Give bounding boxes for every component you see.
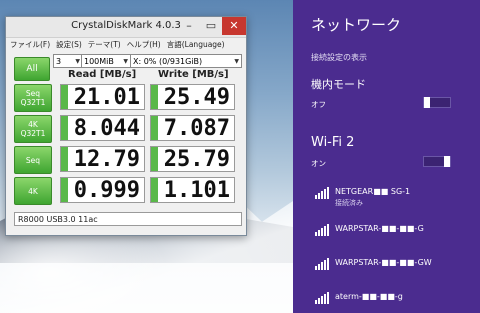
- write-value: 7.087: [163, 115, 230, 141]
- result-bar: [151, 147, 158, 171]
- read-header: Read [MB/s]: [68, 69, 137, 80]
- network-name: WARPSTAR-■■-■■-G: [335, 224, 424, 233]
- flyout-title: ネットワーク: [311, 16, 402, 34]
- read-value: 12.79: [73, 146, 140, 172]
- network-item[interactable]: WARPSTAR-■■-■■-G: [315, 224, 424, 236]
- menu-language[interactable]: 言語(Language): [167, 39, 225, 52]
- chevron-down-icon: ▼: [123, 57, 128, 65]
- network-item[interactable]: aterm-■■-■■-g: [315, 292, 403, 304]
- wifi-signal-icon: [315, 224, 329, 236]
- network-name: NETGEAR■■ SG-1: [335, 187, 411, 196]
- write-value-cell: 25.79: [150, 146, 235, 172]
- test-label-line1: 4K: [28, 186, 38, 196]
- drive-value: X: 0% (0/931GiB): [133, 56, 203, 66]
- test-label-line2: Q32T1: [20, 129, 46, 138]
- crystaldiskmark-window: CrystalDiskMark 4.0.3 – ▭ ✕ ファイル(F) 設定(S…: [5, 16, 247, 236]
- all-button[interactable]: All: [14, 57, 50, 81]
- drive-select[interactable]: X: 0% (0/931GiB) ▼: [130, 54, 242, 68]
- read-value: 21.01: [73, 84, 140, 110]
- write-value: 25.49: [163, 84, 230, 110]
- test-label-line1: 4K: [28, 120, 38, 129]
- menu-bar: ファイル(F) 設定(S) テーマ(T) ヘルプ(H) 言語(Language): [6, 38, 246, 53]
- result-bar: [151, 116, 158, 140]
- test-button-seq[interactable]: Seq: [14, 146, 52, 174]
- size-select[interactable]: 100MiB ▼: [81, 54, 131, 68]
- runs-select[interactable]: 3 ▼: [53, 54, 83, 68]
- test-button-seq-q32t1[interactable]: Seq Q32T1: [14, 84, 52, 112]
- test-button-4k-q32t1[interactable]: 4K Q32T1: [14, 115, 52, 143]
- write-header: Write [MB/s]: [158, 69, 229, 80]
- airplane-mode-toggle[interactable]: [423, 97, 451, 108]
- write-value: 25.79: [163, 146, 230, 172]
- network-item[interactable]: WARPSTAR-■■-■■-GW: [315, 258, 432, 270]
- network-item[interactable]: NETGEAR■■ SG-1 接続済み: [315, 187, 410, 208]
- wifi-signal-icon: [315, 187, 329, 199]
- show-connection-settings-link[interactable]: 接続設定の表示: [311, 52, 367, 63]
- wifi-signal-icon: [315, 258, 329, 270]
- write-value-cell: 25.49: [150, 84, 235, 110]
- airplane-mode-state: オフ: [311, 100, 326, 109]
- read-value-cell: 0.999: [60, 177, 145, 203]
- result-bar: [61, 178, 68, 202]
- read-value: 8.044: [73, 115, 140, 141]
- write-value: 1.101: [163, 177, 230, 203]
- menu-file[interactable]: ファイル(F): [10, 39, 50, 52]
- airplane-mode-label: 機内モード: [311, 78, 366, 91]
- network-status: 接続済み: [335, 199, 363, 207]
- result-bar: [61, 147, 68, 171]
- size-value: 100MiB: [84, 56, 114, 66]
- controls-row: All 3 ▼ 100MiB ▼ X: 0% (0/931GiB) ▼: [6, 54, 246, 81]
- comment-field[interactable]: R8000 USB3.0 11ac: [14, 212, 242, 226]
- result-bar: [151, 178, 158, 202]
- result-bar: [61, 116, 68, 140]
- result-bar: [61, 85, 68, 109]
- read-value: 0.999: [73, 177, 140, 203]
- read-value-cell: 8.044: [60, 115, 145, 141]
- menu-settings[interactable]: 設定(S): [56, 39, 82, 52]
- test-label-line2: Q32T1: [20, 98, 46, 107]
- menu-theme[interactable]: テーマ(T): [88, 39, 121, 52]
- runs-value: 3: [56, 56, 62, 66]
- maximize-icon[interactable]: ▭: [200, 17, 222, 35]
- network-name: WARPSTAR-■■-■■-GW: [335, 258, 432, 267]
- title-bar[interactable]: CrystalDiskMark 4.0.3 – ▭ ✕: [6, 17, 246, 38]
- result-bar: [151, 85, 158, 109]
- test-button-4k[interactable]: 4K: [14, 177, 52, 205]
- read-value-cell: 12.79: [60, 146, 145, 172]
- comment-text: R8000 USB3.0 11ac: [18, 214, 98, 224]
- minimize-icon[interactable]: –: [178, 17, 200, 35]
- write-value-cell: 1.101: [150, 177, 235, 203]
- close-icon[interactable]: ✕: [222, 17, 246, 35]
- toggle-knob: [424, 97, 430, 108]
- read-value-cell: 21.01: [60, 84, 145, 110]
- menu-help[interactable]: ヘルプ(H): [127, 39, 161, 52]
- network-flyout: ネットワーク 接続設定の表示 機内モード オフ Wi-Fi 2 オン NETGE…: [293, 0, 480, 313]
- wifi-toggle[interactable]: [423, 156, 451, 167]
- chevron-down-icon: ▼: [234, 57, 239, 65]
- write-value-cell: 7.087: [150, 115, 235, 141]
- toggle-knob: [444, 156, 450, 167]
- wifi-label: Wi-Fi 2: [311, 135, 355, 150]
- wifi-signal-icon: [315, 292, 329, 304]
- chevron-down-icon: ▼: [75, 57, 80, 65]
- network-name: aterm-■■-■■-g: [335, 292, 403, 301]
- test-label-line1: Seq: [25, 155, 41, 165]
- test-label-line1: Seq: [25, 89, 41, 98]
- wifi-state: オン: [311, 159, 326, 168]
